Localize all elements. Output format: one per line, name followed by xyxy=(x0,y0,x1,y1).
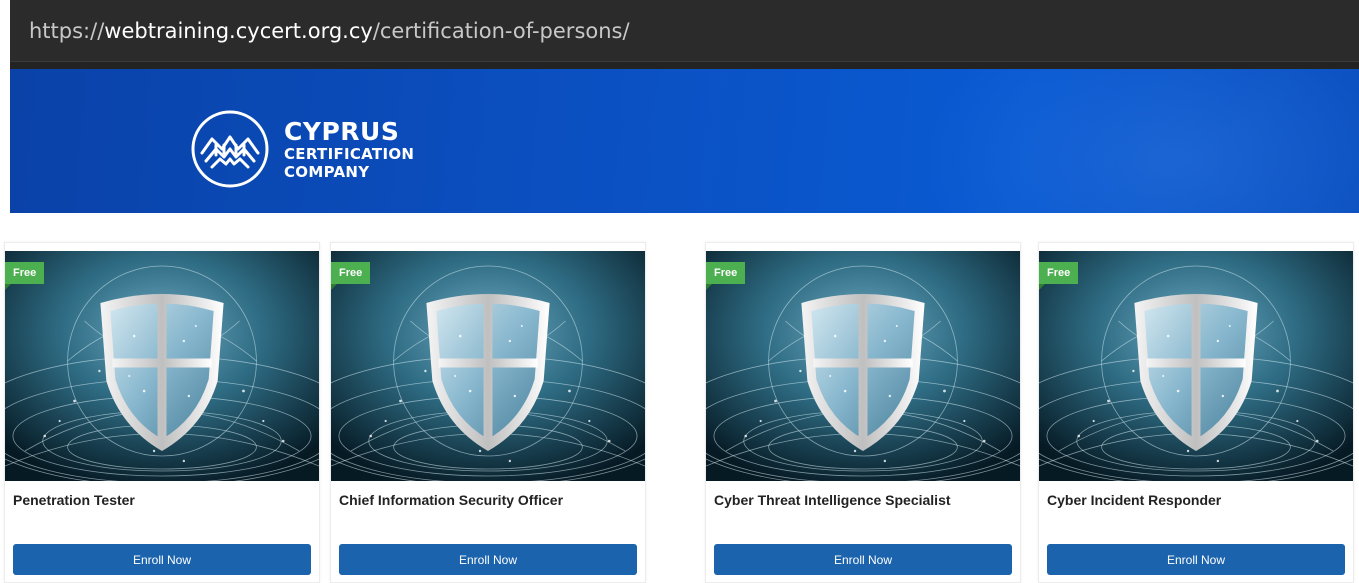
site-header-banner: CYPRUS CERTIFICATION COMPANY xyxy=(10,69,1359,213)
logo-line-company: COMPANY xyxy=(284,162,370,181)
url-host: webtraining.cycert.org.cy xyxy=(104,18,373,43)
url-scheme: https:// xyxy=(29,18,105,43)
logo-wordmark: CYPRUS CERTIFICATION COMPANY xyxy=(284,119,414,180)
course-image[interactable] xyxy=(331,251,645,481)
enroll-button[interactable]: Enroll Now xyxy=(1047,544,1345,575)
price-badge: Free xyxy=(706,262,746,290)
course-image[interactable] xyxy=(1039,251,1353,481)
course-title[interactable]: Chief Information Security Officer xyxy=(339,492,637,508)
price-badge: Free xyxy=(331,262,371,290)
enroll-button[interactable]: Enroll Now xyxy=(13,544,311,575)
shield-icon xyxy=(5,251,319,481)
course-card[interactable]: Free Chief Information Security Officer … xyxy=(330,242,646,583)
course-title[interactable]: Cyber Threat Intelligence Specialist xyxy=(714,492,1012,508)
logo-line-cyprus: CYPRUS xyxy=(284,116,400,146)
url-path: /certification-of-persons/ xyxy=(372,18,630,43)
enroll-button[interactable]: Enroll Now xyxy=(714,544,1012,575)
course-title[interactable]: Penetration Tester xyxy=(13,492,311,508)
course-card[interactable]: Free Penetration Tester Enroll Now xyxy=(4,242,320,583)
course-title[interactable]: Cyber Incident Responder xyxy=(1047,492,1345,508)
shield-icon xyxy=(706,251,1020,481)
address-bar[interactable]: https://webtraining.cycert.org.cy/certif… xyxy=(10,0,1359,62)
price-badge: Free xyxy=(5,262,45,290)
shield-icon xyxy=(331,251,645,481)
course-card[interactable]: Free Cyber Incident Responder Enroll Now xyxy=(1038,242,1354,583)
course-card[interactable]: Free Cyber Threat Intelligence Specialis… xyxy=(705,242,1021,583)
course-image[interactable] xyxy=(5,251,319,481)
shield-icon xyxy=(1039,251,1353,481)
course-image[interactable] xyxy=(706,251,1020,481)
logo-line-certification: CERTIFICATION xyxy=(284,144,415,163)
toolbar-divider xyxy=(10,62,1359,69)
cycert-logo-icon xyxy=(191,110,269,188)
site-logo[interactable]: CYPRUS CERTIFICATION COMPANY xyxy=(190,109,414,189)
enroll-button[interactable]: Enroll Now xyxy=(339,544,637,575)
price-badge: Free xyxy=(1039,262,1079,290)
